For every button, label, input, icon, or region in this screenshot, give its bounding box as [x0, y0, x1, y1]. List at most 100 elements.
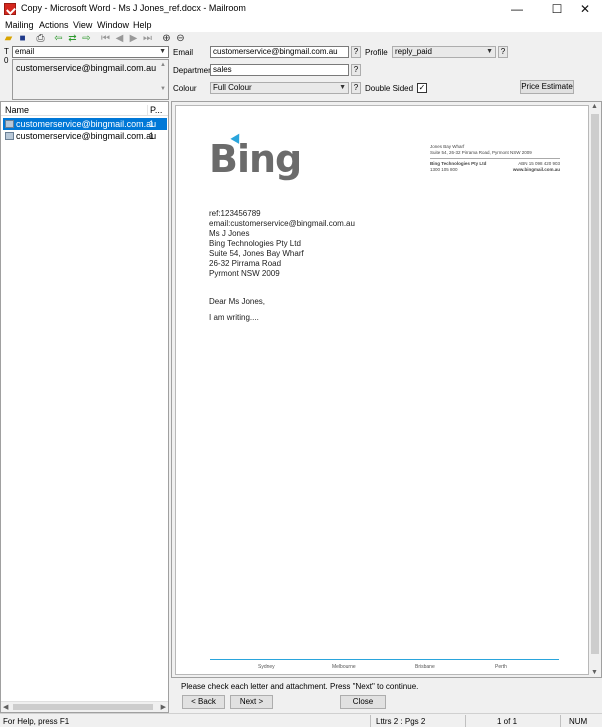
scroll-down-icon[interactable]: ▼ — [591, 669, 598, 676]
menu-actions[interactable]: Actions — [39, 20, 69, 30]
title-bar: Copy - Microsoft Word - Ms J Jones_ref.d… — [0, 0, 602, 18]
list-item[interactable]: customerservice@bingmail.com.au 1 — [3, 130, 167, 142]
column-pages[interactable]: P... — [147, 105, 162, 115]
double-sided-checkbox[interactable]: ✓ — [417, 83, 427, 93]
address-line-1: Suite 54, Jones Bay Wharf — [209, 249, 304, 258]
footer-city: Perth — [495, 664, 507, 670]
department-help-button[interactable]: ? — [351, 64, 361, 76]
window-title: Copy - Microsoft Word - Ms J Jones_ref.d… — [21, 3, 246, 13]
letterhead-phone: 1300 105 800 — [430, 167, 458, 172]
letter-icon — [5, 120, 14, 128]
next-page-icon[interactable]: ▶ — [128, 33, 139, 44]
status-num: NUM — [569, 717, 588, 726]
next-button[interactable]: Next > — [230, 695, 273, 709]
back-button[interactable]: < Back — [182, 695, 225, 709]
scroll-right-icon[interactable]: ▶ — [161, 702, 166, 713]
chevron-down-icon: ▼ — [159, 48, 166, 55]
toolbar: ▰ ■ ⎙ ⇦ ⇄ ⇨ ⏮ ◀ ▶ ⏭ ⊕ ⊖ — [0, 32, 602, 45]
print-icon[interactable]: ⎙ — [35, 33, 46, 44]
address-text: customerservice@bingmail.com.au — [16, 63, 157, 73]
colour-value: Full Colour — [213, 83, 252, 92]
email-help-button[interactable]: ? — [351, 46, 361, 58]
letter-page: Bing Jones Bay Wharf Suite 54, 26-32 Pir… — [175, 105, 589, 675]
close-window-button[interactable]: ✕ — [568, 0, 602, 18]
status-letters: Lttrs 2 : Pgs 2 — [376, 717, 426, 726]
close-button[interactable]: Close — [340, 695, 386, 709]
scroll-thumb[interactable] — [13, 704, 153, 710]
email-line: email:customerservice@bingmail.com.au — [209, 219, 355, 228]
scroll-left-icon[interactable]: ◀ — [3, 702, 8, 713]
letter-icon — [5, 132, 14, 140]
letter-body: I am writing.... — [209, 313, 259, 322]
first-page-icon[interactable]: ⏮ — [100, 33, 111, 44]
status-help: For Help, press F1 — [3, 717, 70, 726]
letterhead-web: www.bingmail.com.au — [512, 167, 560, 172]
email-field[interactable]: customerservice@bingmail.com.au — [210, 46, 349, 58]
vertical-scrollbar[interactable]: ▲ ▼ — [589, 102, 601, 677]
salutation: Dear Ms Jones, — [209, 297, 266, 306]
status-bar: For Help, press F1 Lttrs 2 : Pgs 2 1 of … — [0, 713, 602, 727]
list-item-pages: 1 — [149, 131, 155, 141]
address-line-3: Pyrmont NSW 2009 — [209, 269, 280, 278]
zoom-in-icon[interactable]: ⊕ — [161, 33, 172, 44]
horizontal-scrollbar[interactable]: ◀ ▶ — [1, 701, 168, 712]
footer-city: Melbourne — [332, 664, 356, 670]
menu-bar: Mailing Actions View Window Help — [0, 18, 602, 32]
profile-label: Profile — [365, 48, 388, 57]
menu-mailing[interactable]: Mailing — [5, 20, 34, 30]
address-line-2: 26-32 Pirrama Road — [209, 259, 282, 268]
profile-value: reply_paid — [395, 47, 432, 56]
instructions-text: Please check each letter and attachment.… — [181, 682, 419, 691]
forward-right-green-icon[interactable]: ⇨ — [81, 33, 92, 44]
profile-select[interactable]: reply_paid ▼ — [392, 46, 496, 58]
app-icon — [4, 3, 16, 15]
address-box[interactable]: customerservice@bingmail.com.au ▲ ▼ — [12, 59, 169, 100]
letterhead-divider — [430, 158, 560, 159]
recipient-name: Ms J Jones — [209, 229, 250, 238]
ref-line: ref:123456789 — [209, 209, 261, 218]
zoom-out-icon[interactable]: ⊖ — [175, 33, 186, 44]
recipient-panel: T0 email ▼ customerservice@bingmail.com.… — [0, 45, 170, 101]
colour-select[interactable]: Full Colour ▼ — [210, 82, 349, 94]
last-page-icon[interactable]: ⏭ — [142, 33, 153, 44]
menu-help[interactable]: Help — [133, 20, 152, 30]
price-estimate-button[interactable]: Price Estimate — [520, 80, 574, 94]
navigation-panel: Please check each letter and attachment.… — [171, 679, 602, 713]
to-label: T0 — [4, 47, 9, 65]
address-scrollbar[interactable]: ▲ ▼ — [159, 61, 167, 98]
menu-view[interactable]: View — [73, 20, 92, 30]
address-block: ref:123456789 email:customerservice@bing… — [209, 209, 355, 279]
profile-help-button[interactable]: ? — [498, 46, 508, 58]
status-separator — [370, 715, 371, 727]
status-page: 1 of 1 — [497, 717, 518, 726]
email-label: Email — [173, 48, 194, 57]
colour-help-button[interactable]: ? — [351, 82, 361, 94]
double-sided-label: Double Sided — [365, 84, 414, 93]
scroll-up-icon[interactable]: ▲ — [591, 103, 598, 110]
save-icon[interactable]: ■ — [17, 33, 28, 44]
list-item-name: customerservice@bingmail.com.au — [16, 119, 157, 129]
footer-divider — [210, 659, 559, 660]
letterhead-company: Bing Technologies Pty Ltd — [430, 161, 487, 166]
prev-page-icon[interactable]: ◀ — [114, 33, 125, 44]
minimize-button[interactable]: — — [500, 0, 534, 18]
colour-label: Colour — [173, 84, 197, 93]
open-folder-icon[interactable]: ▰ — [3, 33, 14, 44]
letterhead-details: Jones Bay Wharf Suite 54, 26-32 Pirrama … — [430, 144, 560, 173]
chevron-down-icon: ▼ — [339, 84, 346, 91]
letter-preview: Bing Jones Bay Wharf Suite 54, 26-32 Pir… — [171, 101, 602, 678]
mail-options-form: Email customerservice@bingmail.com.au ? … — [170, 45, 602, 101]
recipient-company: Bing Technologies Pty Ltd — [209, 239, 301, 248]
forward-left-green-icon[interactable]: ⇄ — [67, 33, 78, 44]
column-name[interactable]: Name — [5, 105, 29, 115]
back-green-icon[interactable]: ⇦ — [53, 33, 64, 44]
company-logo: Bing — [209, 137, 302, 181]
scroll-thumb[interactable] — [591, 114, 599, 654]
department-field[interactable]: sales — [210, 64, 349, 76]
footer-city: Sydney — [258, 664, 275, 670]
recipient-type-select[interactable]: email ▼ — [12, 46, 169, 58]
menu-window[interactable]: Window — [97, 20, 129, 30]
letterhead-contact-line: 1300 105 800 www.bingmail.com.au — [430, 167, 560, 173]
list-item[interactable]: customerservice@bingmail.com.au 1 — [3, 118, 167, 130]
letterhead-suite: Suite 54, 26-32 Pirrama Road, Pyrmont NS… — [430, 150, 532, 155]
